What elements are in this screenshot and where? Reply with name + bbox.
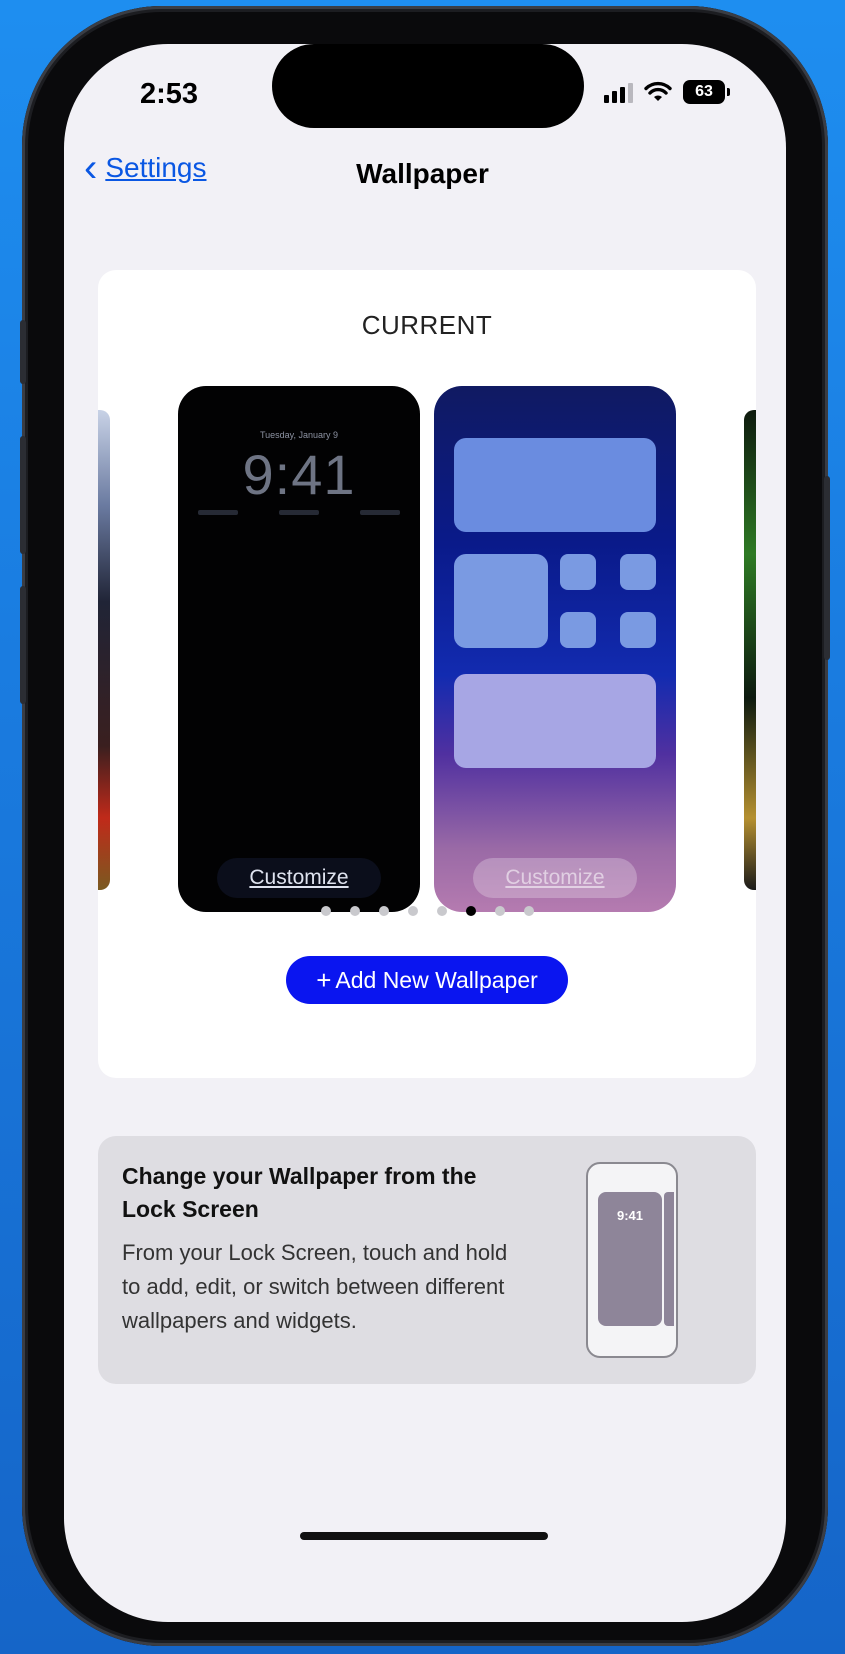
page-dot[interactable] [436,906,447,916]
page-dot[interactable] [349,906,360,916]
volume-down-button [20,586,26,704]
current-wallpaper-card: CURRENT Tuesday, January 9 9:41 Customiz… [98,270,756,1078]
current-label: CURRENT [361,310,493,340]
side-button [824,476,830,660]
plus-icon: + [316,964,332,995]
action-button [20,320,26,384]
lock-date: Tuesday, January 9 [259,430,339,440]
lock-screen-preview[interactable]: Tuesday, January 9 9:41 Customize [178,386,420,912]
dynamic-island [272,44,584,128]
page-dot[interactable] [320,906,331,916]
customize-lock-button[interactable]: Customize [217,858,381,898]
volume-up-button [20,436,26,554]
wifi-icon [644,81,672,101]
status-time: 2:53 [140,78,199,110]
home-indicator[interactable] [300,1532,548,1540]
page-title: Wallpaper [356,158,489,189]
page-dot[interactable] [465,906,476,916]
cellular-signal-icon [604,81,633,103]
next-wallpaper-peek[interactable] [744,410,756,890]
lock-clock: 9:41 [242,443,356,506]
illustration-wallpaper: 9:41 [598,1192,662,1326]
page-dot[interactable] [407,906,418,916]
battery-icon: 63 [683,80,730,104]
previous-wallpaper-peek[interactable] [98,410,110,890]
widget-large [454,438,656,532]
widget-small [620,554,656,590]
add-wallpaper-label: Add New Wallpaper [335,966,538,993]
tip-title: Change your Wallpaper from the Lock Scre… [122,1163,477,1222]
widget-small [560,612,596,648]
page-dot[interactable] [378,906,389,916]
tip-body: From your Lock Screen, touch and hold to… [122,1240,508,1333]
widget-small [560,554,596,590]
lock-screen-tip-card: Change your Wallpaper from the Lock Scre… [98,1136,756,1384]
lock-screen-illustration: 9:41 [586,1162,678,1358]
illustration-time: 9:41 [616,1208,644,1223]
page-dot[interactable] [523,906,534,916]
lock-widgets [198,510,400,515]
page-dot[interactable] [494,906,505,916]
home-screen-preview[interactable]: Customize [434,386,676,912]
widget-medium [454,554,548,648]
customize-home-button[interactable]: Customize [473,858,637,898]
status-icons: 63 [604,80,730,104]
widget-wide [454,674,656,768]
battery-level: 63 [695,83,713,100]
page-indicator[interactable] [98,906,756,916]
illustration-next-edge [664,1192,674,1326]
add-new-wallpaper-button[interactable]: + Add New Wallpaper [286,956,568,1004]
widget-small [620,612,656,648]
